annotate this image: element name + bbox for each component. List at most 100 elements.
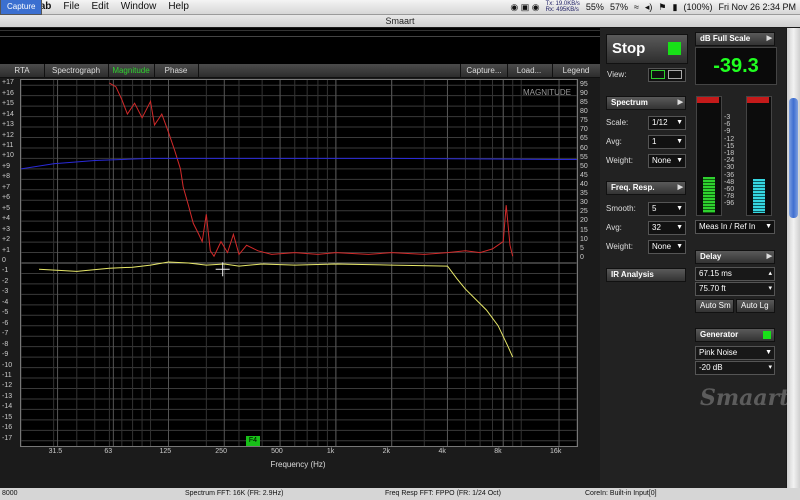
split-view-icon[interactable]: [668, 70, 682, 79]
right-axis-tick: 65: [580, 135, 588, 143]
x-axis-tick: 16k: [550, 448, 562, 455]
chevron-down-icon: ▼: [676, 157, 683, 164]
weight2-select[interactable]: None ▼: [648, 240, 686, 254]
x-axis-tick: 125: [159, 448, 172, 455]
ir-analysis-button[interactable]: IR Analysis: [606, 268, 686, 282]
volume-icon[interactable]: ◂): [645, 2, 653, 13]
spectrum-label: Spectrum: [611, 98, 648, 107]
battery-icon[interactable]: ▮: [673, 2, 678, 13]
vertical-scrollbar[interactable]: [787, 28, 800, 488]
spectrum-header[interactable]: Spectrum ▶: [606, 96, 686, 110]
generator-type-select[interactable]: Pink Noise ▼: [695, 346, 775, 360]
right-axis-tick: 95: [580, 80, 588, 88]
left-axis-tick: +2: [2, 236, 10, 244]
expand-arrow-icon: ▶: [677, 99, 683, 106]
left-axis-tick: +6: [2, 194, 10, 202]
chevron-down-icon: ▼: [676, 243, 683, 250]
avg2-select[interactable]: 32 ▼: [648, 221, 686, 235]
db-fullscale-header[interactable]: dB Full Scale ▶: [695, 32, 775, 46]
menu-file[interactable]: File: [57, 0, 85, 14]
left-axis-tick: +5: [2, 204, 10, 212]
meter-scale-tick: -36: [724, 171, 735, 179]
right-axis-tick: 90: [580, 89, 588, 97]
weight-select[interactable]: None ▼: [648, 154, 686, 168]
chevron-down-icon: ▼: [765, 349, 772, 356]
flag-icon[interactable]: ⚑: [658, 2, 666, 13]
left-axis-tick: -11: [2, 372, 12, 380]
weight2-value: None: [652, 242, 672, 251]
menu-capture[interactable]: Capture: [0, 0, 43, 15]
expand-arrow-icon: ▶: [766, 35, 772, 42]
right-axis-tick: 15: [580, 226, 588, 234]
x-axis-tick: 250: [215, 448, 227, 455]
menu-window[interactable]: Window: [115, 0, 163, 14]
generator-label: Generator: [700, 330, 739, 339]
magnitude-plot[interactable]: MAGNITUDE F4: [20, 79, 578, 447]
meter-scale-tick: -18: [724, 150, 735, 157]
expand-arrow-icon: ▶: [677, 184, 683, 191]
net-rx: Rx: 495KB/s: [545, 7, 579, 13]
menu-help[interactable]: Help: [162, 0, 195, 14]
ref-input-meter: [746, 96, 772, 216]
meas-ref-select[interactable]: Meas In / Ref In ▼: [695, 220, 775, 234]
tab-spectrograph[interactable]: Spectrograph: [44, 64, 109, 77]
left-axis: +17 +16 +15 +14 +13 +12 +11 +10 +9 +8 +7 +6 +5 +4 +3 +2…: [0, 79, 20, 445]
net-monitor: Tx: 19.0KB/s Rx: 495KB/s: [546, 1, 580, 13]
delay-header[interactable]: Delay ▶: [695, 250, 775, 264]
right-axis-tick: 60: [580, 144, 588, 152]
toolbar-divider: [0, 36, 600, 37]
expand-arrow-icon: ▶: [766, 253, 772, 260]
menu-bar: ● Grab File Edit Capture Window Help ◉ ▣…: [0, 0, 800, 15]
avg-select[interactable]: 1 ▼: [648, 135, 686, 149]
clock[interactable]: Fri Nov 26 2:34 PM: [718, 2, 796, 12]
meter-scale-tick: -9: [724, 128, 731, 136]
capture-button[interactable]: Capture...: [460, 64, 508, 77]
tab-rta[interactable]: RTA: [0, 64, 45, 77]
x-axis-tick: 2k: [382, 448, 391, 455]
meter-scale-tick: -3: [724, 114, 731, 121]
right-axis-tick: 55: [580, 153, 588, 161]
frequency-marker[interactable]: F4: [246, 436, 260, 446]
smooth-select[interactable]: 5 ▼: [648, 202, 686, 216]
plot-canvas[interactable]: [21, 80, 577, 446]
menu-edit[interactable]: Edit: [86, 0, 115, 14]
chevron-down-icon: ▼: [676, 205, 683, 212]
status-icons[interactable]: ◉ ▣ ◉: [510, 2, 539, 13]
generator-header[interactable]: Generator: [695, 328, 775, 342]
right-axis-tick: 70: [580, 126, 588, 134]
tab-magnitude[interactable]: Magnitude: [108, 64, 155, 77]
stop-button[interactable]: Stop: [606, 34, 688, 64]
mem-usage: 57%: [609, 2, 628, 12]
left-axis-tick: -12: [2, 382, 13, 390]
series-line-1: [38, 261, 514, 358]
stepper-icon: ▾: [768, 285, 772, 292]
clip-indicator: [747, 97, 769, 103]
scale-select[interactable]: 1/12 ▼: [648, 116, 686, 130]
scrollbar-thumb[interactable]: [789, 98, 798, 218]
generator-level-field[interactable]: -20 dB ▾: [695, 361, 775, 375]
generator-type: Pink Noise: [699, 348, 738, 357]
legend-button[interactable]: Legend: [552, 64, 601, 77]
delay-ft-field[interactable]: 75.70 ft ▾: [695, 282, 775, 296]
auto-small-button[interactable]: Auto Sm: [695, 299, 734, 313]
avg-value: 1: [652, 137, 657, 146]
chevron-down-icon: ▼: [765, 223, 772, 230]
right-axis-tick: 75: [580, 117, 588, 125]
auto-large-button[interactable]: Auto Lg: [736, 299, 775, 313]
left-axis-tick: +14: [2, 110, 14, 118]
load-button[interactable]: Load...: [506, 64, 553, 77]
left-axis-tick: 0: [2, 257, 6, 264]
single-view-icon[interactable]: [651, 70, 665, 79]
wifi-icon[interactable]: ≈: [634, 2, 639, 12]
delay-ft: 75.70 ft: [699, 284, 726, 293]
meter-scale-tick: -6: [724, 121, 731, 129]
freqresp-header[interactable]: Freq. Resp. ▶: [606, 181, 686, 195]
tab-phase[interactable]: Phase: [154, 64, 199, 77]
running-indicator-icon: [668, 42, 681, 55]
weight2-label: Weight:: [606, 242, 633, 251]
series-line-2: [21, 157, 577, 170]
left-axis-tick: -14: [2, 403, 13, 411]
left-axis-tick: -6: [2, 319, 9, 327]
meter-scale-tick: -12: [724, 135, 735, 143]
delay-ms-field[interactable]: 67.15 ms ▴: [695, 267, 775, 281]
